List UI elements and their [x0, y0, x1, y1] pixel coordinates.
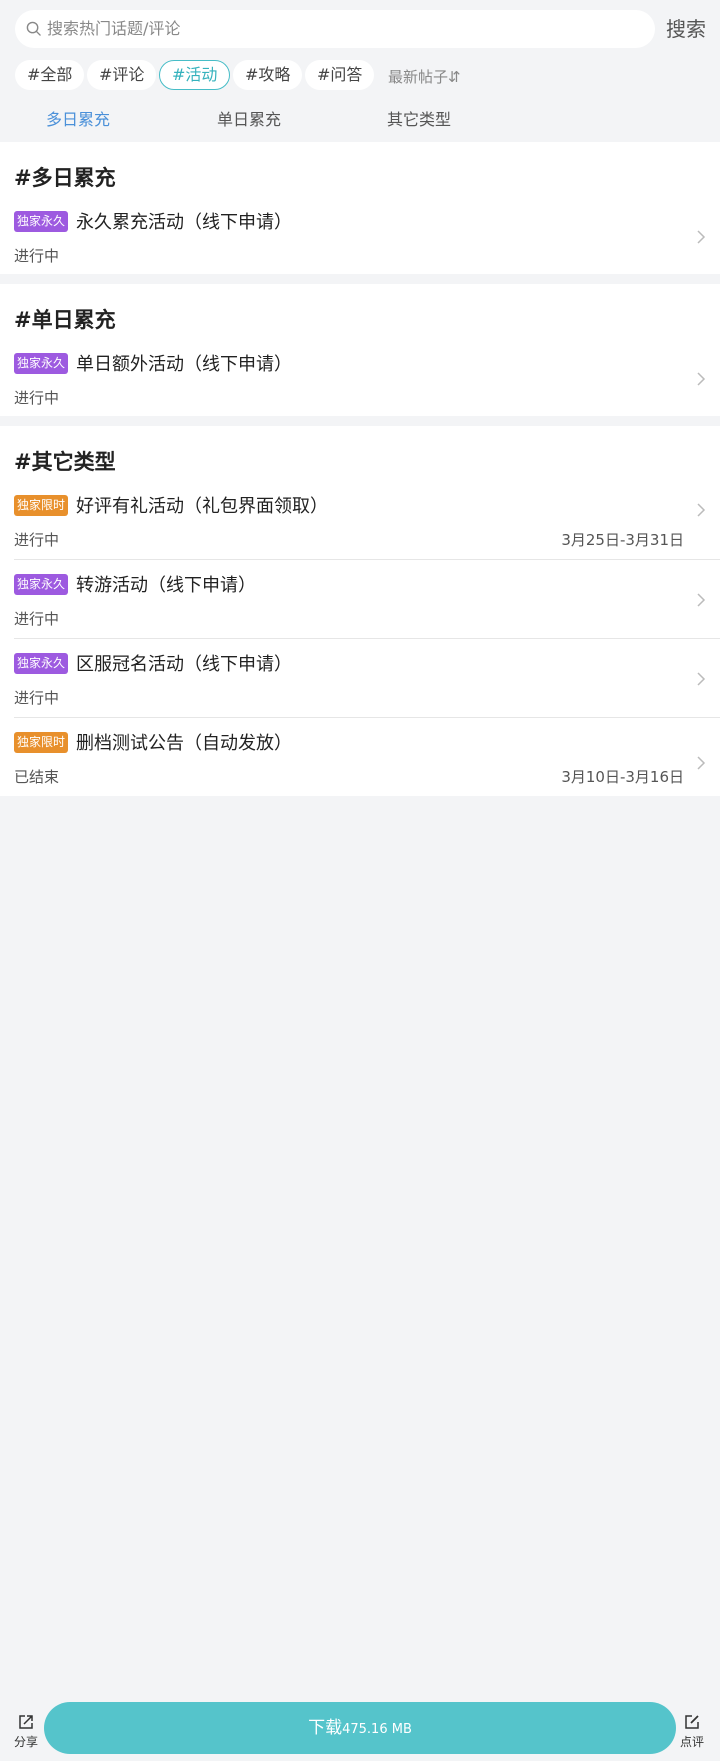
bottom-action-bar: 分享 下载475.16 MB 点评 — [0, 1700, 720, 1761]
badge: 独家永久 — [14, 211, 69, 232]
divider — [14, 638, 720, 639]
list-item[interactable]: 独家永久 永久累充活动（线下申请） 进行中 — [0, 202, 720, 281]
filter-chip-activities[interactable]: #活动 — [159, 60, 231, 90]
section-multi-day: #多日累充 独家永久 永久累充活动（线下申请） 进行中 — [0, 142, 720, 274]
download-size: 475.16 MB — [342, 1722, 412, 1737]
section-title: #单日累充 — [14, 308, 116, 332]
review-label: 点评 — [679, 1735, 704, 1749]
tab-multi-day[interactable]: 多日累充 — [46, 106, 110, 130]
filter-chip-comments[interactable]: #评论 — [87, 60, 157, 90]
filter-chip-all[interactable]: #全部 — [15, 60, 85, 90]
section-title: #多日累充 — [14, 166, 116, 190]
item-date: 3月25日-3月31日 — [561, 531, 684, 549]
search-button[interactable]: 搜索 — [666, 10, 706, 48]
top-bar: 搜索热门话题/评论 搜索 #全部 #评论 #活动 #攻略 #问答 最新帖子⇵ 多… — [0, 0, 720, 140]
item-status: 进行中 — [14, 610, 60, 628]
chevron-right-icon — [697, 230, 706, 244]
list-item[interactable]: 独家限时 好评有礼活动（礼包界面领取） 进行中 3月25日-3月31日 — [0, 486, 720, 565]
tab-single-day[interactable]: 单日累充 — [217, 106, 281, 130]
chevron-right-icon — [697, 756, 706, 770]
badge: 独家永久 — [14, 353, 69, 374]
search-placeholder: 搜索热门话题/评论 — [47, 19, 181, 38]
item-status: 进行中 — [14, 689, 60, 707]
badge: 独家永久 — [14, 653, 69, 674]
item-title: 永久累充活动（线下申请） — [76, 212, 292, 233]
item-date: 3月10日-3月16日 — [561, 768, 684, 786]
download-label: 下载 — [308, 1718, 343, 1738]
edit-icon — [685, 1715, 699, 1729]
item-title: 区服冠名活动（线下申请） — [76, 654, 292, 675]
chevron-right-icon — [697, 593, 706, 607]
item-status: 已结束 — [14, 768, 60, 786]
tab-other-types[interactable]: 其它类型 — [387, 106, 451, 130]
list-item[interactable]: 独家永久 单日额外活动（线下申请） 进行中 — [0, 344, 720, 423]
divider — [14, 559, 720, 560]
item-title: 单日额外活动（线下申请） — [76, 354, 292, 375]
chevron-right-icon — [697, 672, 706, 686]
section-other-types: #其它类型 独家限时 好评有礼活动（礼包界面领取） 进行中 3月25日-3月31… — [0, 426, 720, 796]
filter-chip-guides[interactable]: #攻略 — [233, 60, 303, 90]
download-button[interactable]: 下载475.16 MB — [44, 1702, 676, 1754]
share-button[interactable]: 分享 — [11, 1713, 41, 1750]
section-single-day: #单日累充 独家永久 单日额外活动（线下申请） 进行中 — [0, 284, 720, 416]
share-icon — [19, 1715, 33, 1729]
item-status: 进行中 — [14, 247, 60, 265]
review-button[interactable]: 点评 — [677, 1713, 707, 1750]
filter-chip-qa[interactable]: #问答 — [305, 60, 375, 90]
divider — [14, 717, 720, 718]
badge: 独家永久 — [14, 574, 69, 595]
chevron-right-icon — [697, 372, 706, 386]
item-status: 进行中 — [14, 389, 60, 407]
list-item[interactable]: 独家限时 删档测试公告（自动发放） 已结束 3月10日-3月16日 — [0, 723, 720, 802]
share-label: 分享 — [13, 1735, 38, 1749]
item-title: 转游活动（线下申请） — [76, 575, 256, 596]
chevron-right-icon — [697, 503, 706, 517]
sort-toggle[interactable]: 最新帖子⇵ — [388, 66, 461, 87]
list-item[interactable]: 独家永久 转游活动（线下申请） 进行中 — [0, 565, 720, 644]
item-title: 删档测试公告（自动发放） — [76, 733, 292, 754]
list-item[interactable]: 独家永久 区服冠名活动（线下申请） 进行中 — [0, 644, 720, 723]
section-title: #其它类型 — [14, 450, 116, 474]
badge: 独家限时 — [14, 732, 69, 753]
search-icon — [26, 21, 41, 36]
item-title: 好评有礼活动（礼包界面领取） — [76, 496, 328, 517]
search-input[interactable]: 搜索热门话题/评论 — [15, 10, 655, 48]
item-status: 进行中 — [14, 531, 60, 549]
badge: 独家限时 — [14, 495, 69, 516]
